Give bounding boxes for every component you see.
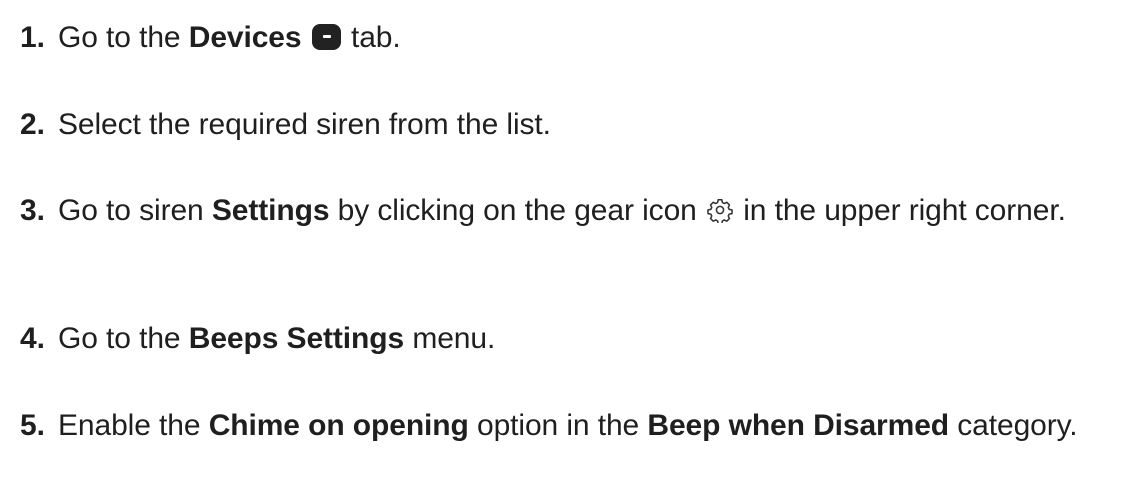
step-number: 5. bbox=[20, 409, 45, 442]
step-text: menu. bbox=[404, 322, 496, 355]
step-text: tab. bbox=[342, 21, 401, 54]
step-text: by clicking on the gear icon bbox=[329, 194, 705, 227]
step-text: category. bbox=[949, 409, 1078, 442]
step-text: Enable the bbox=[58, 409, 209, 442]
step-number: 2. bbox=[20, 108, 45, 141]
step-text: in the upper right corner. bbox=[734, 194, 1066, 227]
step-4: 4. Go to the Beeps Settings menu. bbox=[20, 318, 495, 360]
step-3: 3. Go to siren Settings by clicking on t… bbox=[20, 190, 1066, 232]
chime-on-opening-label: Chime on opening bbox=[208, 409, 469, 442]
step-text: Go to siren bbox=[58, 194, 212, 227]
step-text: Go to the bbox=[58, 322, 189, 355]
settings-label: Settings bbox=[211, 194, 330, 227]
devices-label: Devices bbox=[188, 21, 302, 54]
step-number: 3. bbox=[20, 194, 45, 227]
devices-tab-icon bbox=[311, 24, 341, 50]
gear-icon bbox=[707, 198, 733, 223]
step-1: 1. Go to the Devices tab. bbox=[20, 17, 401, 59]
step-number: 4. bbox=[20, 322, 45, 355]
step-5: 5. Enable the Chime on opening option in… bbox=[20, 405, 1078, 447]
beep-when-disarmed-label: Beep when Disarmed bbox=[647, 409, 950, 442]
step-text: option in the bbox=[468, 409, 648, 442]
step-text: Select the required siren from the list. bbox=[58, 108, 551, 141]
step-text: Go to the bbox=[58, 21, 189, 54]
beeps-settings-label: Beeps Settings bbox=[188, 322, 405, 355]
step-number: 1. bbox=[20, 21, 45, 54]
step-2: 2. Select the required siren from the li… bbox=[20, 104, 551, 146]
